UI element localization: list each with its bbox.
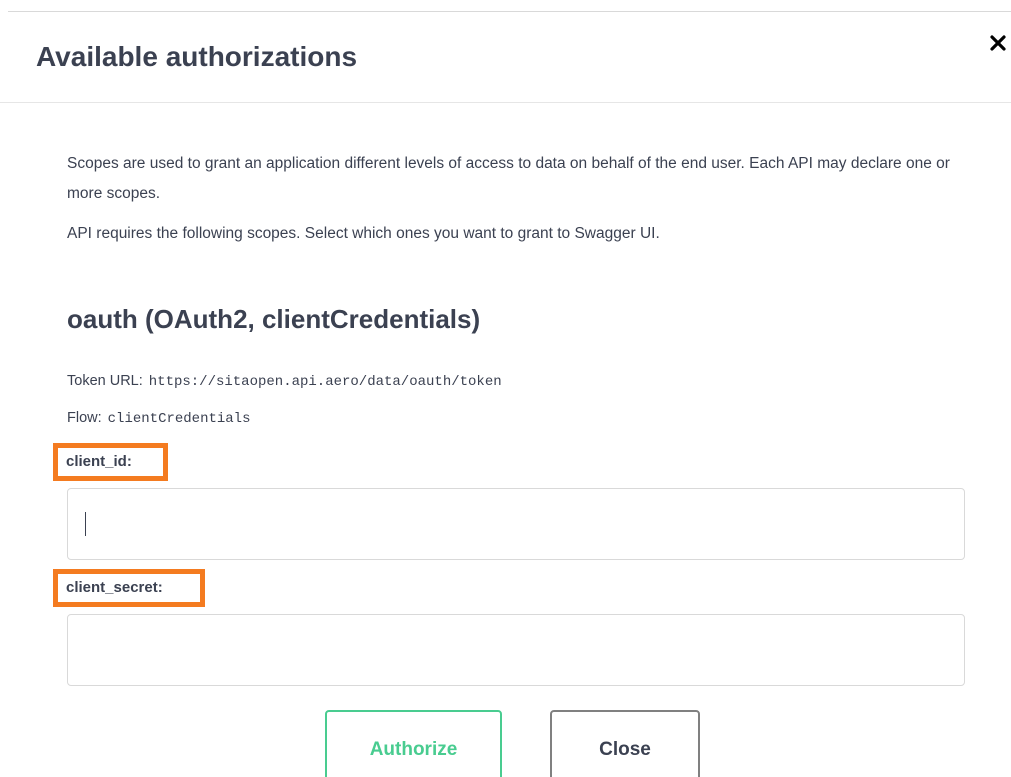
client-secret-input[interactable] [67,614,965,686]
close-icon[interactable] [984,29,1011,57]
client-secret-label: client_secret: [53,569,205,607]
client-id-label: client_id: [53,443,168,481]
scopes-requirement: API requires the following scopes. Selec… [67,225,660,242]
token-url-label: Token URL: [67,373,143,389]
auth-scheme-title: oauth (OAuth2, clientCredentials) [67,304,481,334]
flow-value: clientCredentials [107,411,251,427]
scopes-description: Scopes are used to grant an application … [67,155,950,202]
text-cursor [85,512,86,536]
dialog-title: Available authorizations [36,41,358,72]
dialog-header: Available authorizations [0,12,1011,103]
client-id-input[interactable] [67,488,965,560]
token-url-row: Token URL: https://sitaopen.api.aero/data… [67,371,502,392]
flow-label: Flow: [67,410,102,426]
authorize-button[interactable]: Authorize [325,710,502,777]
close-button[interactable]: Close [550,710,700,777]
flow-row: Flow: clientCredentials [67,408,250,429]
token-url-value: https://sitaopen.api.aero/data/oauth/tok… [148,374,502,390]
close-icon-glyph [990,35,1006,51]
authorization-dialog: Available authorizations Scopes are used… [0,0,1011,777]
